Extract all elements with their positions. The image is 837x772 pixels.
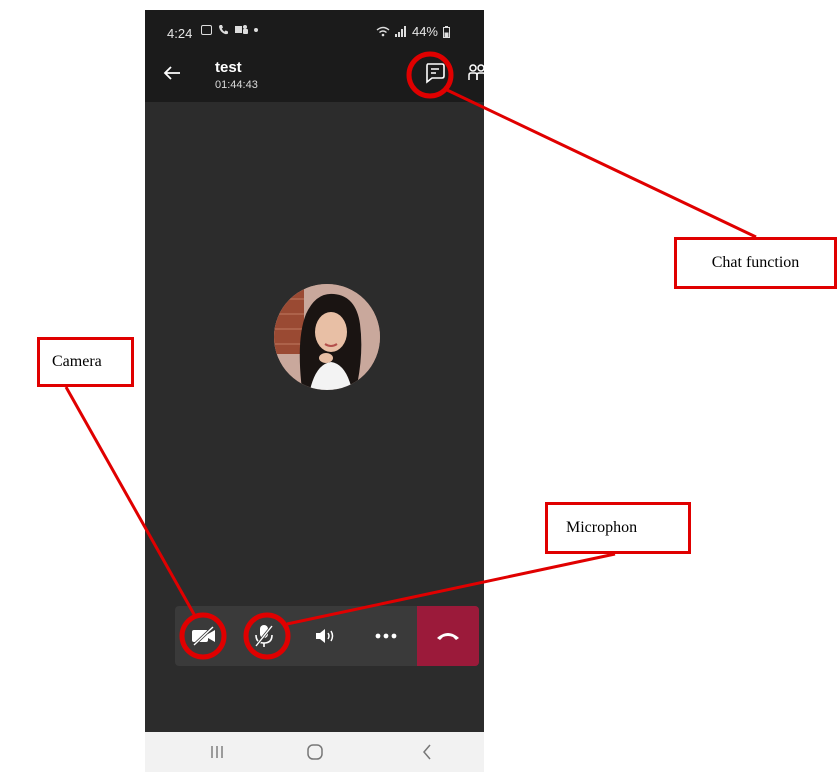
back-icon[interactable] [415, 740, 439, 764]
call-header: test 01:44:43 [145, 46, 484, 102]
call-title: test [215, 59, 242, 76]
teams-icon [235, 25, 248, 34]
camera-off-icon [192, 626, 215, 646]
call-controls [175, 606, 479, 666]
speaker-button[interactable] [296, 606, 354, 666]
add-people-icon[interactable] [467, 60, 484, 86]
participant-avatar [274, 284, 380, 390]
recents-icon[interactable] [205, 740, 229, 764]
status-time: 4:24 [167, 26, 193, 41]
call-duration: 01:44:43 [215, 79, 258, 91]
battery-percent: 44% [411, 24, 438, 39]
chat-function-callout: Chat function [674, 237, 837, 289]
phone-icon [219, 25, 228, 35]
signal-icon [394, 26, 406, 37]
system-nav-bar [145, 732, 484, 772]
status-bar: 4:24 44% [145, 10, 484, 46]
hangup-icon [437, 633, 459, 640]
more-options-button[interactable] [357, 606, 415, 666]
more-icon [375, 633, 397, 639]
camera-callout: Camera [37, 337, 134, 387]
chat-icon[interactable] [423, 61, 447, 85]
notification-icons [201, 24, 258, 35]
mic-off-icon [254, 625, 274, 647]
chat-leader-line [446, 88, 757, 239]
hangup-button[interactable] [417, 606, 479, 666]
phone-screen: 4:24 44% test 01:44:43 [145, 10, 484, 772]
arrow-left-icon[interactable] [161, 62, 183, 84]
battery-icon [443, 25, 450, 38]
avatar-image [274, 284, 380, 390]
gallery-icon [201, 24, 212, 35]
camera-toggle-button[interactable] [175, 606, 233, 666]
microphone-callout: Microphon [545, 502, 691, 554]
home-icon[interactable] [303, 740, 327, 764]
more-notifications-icon [254, 27, 258, 32]
wifi-icon [376, 26, 390, 37]
system-icons: 44% [376, 24, 450, 39]
mic-toggle-button[interactable] [235, 606, 293, 666]
speaker-icon [316, 629, 334, 643]
